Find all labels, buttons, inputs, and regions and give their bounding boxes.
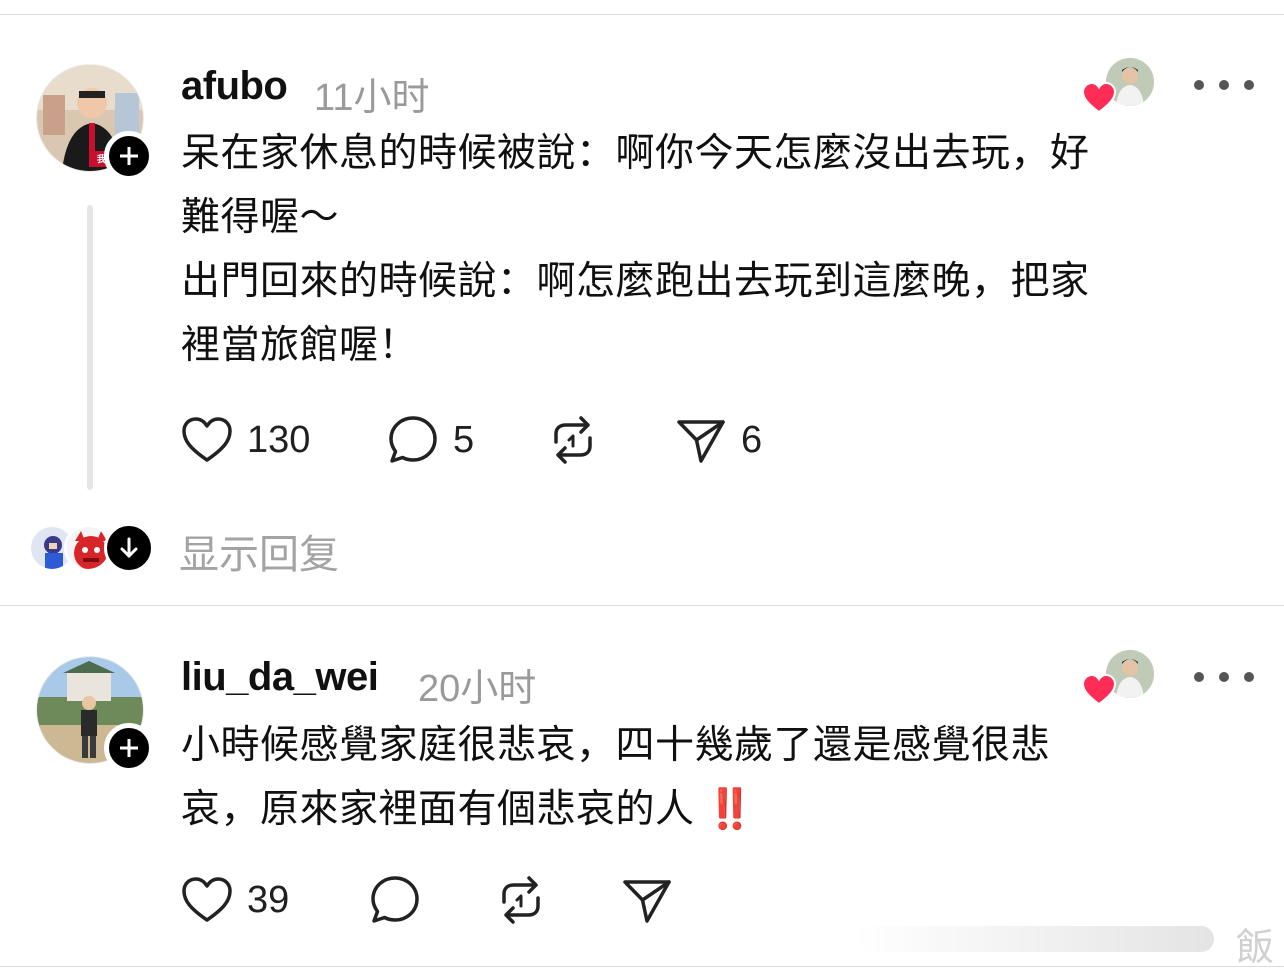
share-button[interactable]	[621, 872, 673, 928]
watermark: 飯	[854, 908, 1274, 969]
send-icon	[623, 880, 671, 923]
post-time: 20小时	[418, 668, 537, 710]
comment-button[interactable]	[369, 872, 421, 928]
repost-icon	[502, 876, 540, 924]
heart-icon	[182, 877, 232, 922]
heart-badge-icon	[1082, 674, 1116, 706]
liked-by-indicator[interactable]	[1082, 650, 1154, 706]
plus-icon	[120, 739, 138, 757]
comment-bubble-icon	[371, 876, 419, 923]
post-text: 小時候感覺家庭很悲哀，四十幾歲了還是感覺很悲 哀，原來家裡面有個悲哀的人 ‼️	[181, 714, 1241, 842]
watermark-text: 飯	[1235, 927, 1274, 969]
like-button[interactable]: 39	[181, 872, 289, 928]
post-actions: 39	[181, 872, 701, 928]
repost-button[interactable]	[495, 872, 547, 928]
more-dots-icon[interactable]	[1194, 662, 1254, 692]
watermark-bar	[854, 926, 1214, 952]
post-liu-da-wei: liu_da_wei 20小时 小時候感覺家庭很悲哀，四十幾歲了還是感覺很悲 哀…	[0, 0, 1284, 976]
like-count: 39	[247, 878, 290, 921]
username-liu-da-wei[interactable]: liu_da_wei	[181, 655, 379, 700]
double-exclamation-emoji: ‼️	[705, 788, 755, 831]
follow-button[interactable]	[104, 723, 154, 773]
post-text-main: 小時候感覺家庭很悲哀，四十幾歲了還是感覺很悲 哀，原來家裡面有個悲哀的人	[181, 724, 1051, 831]
